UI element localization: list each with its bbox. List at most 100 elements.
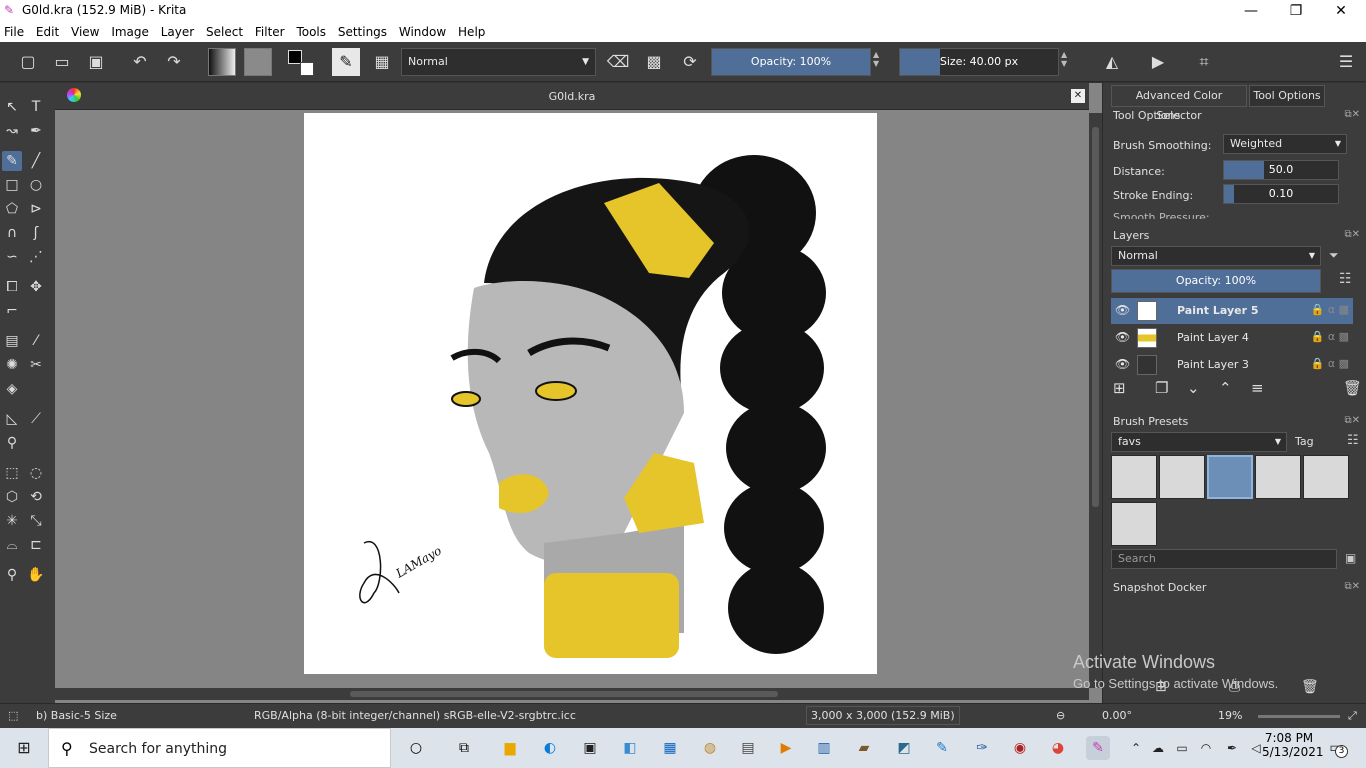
horizontal-scroll-thumb[interactable] (350, 691, 778, 697)
similar-color-selection-tool-icon[interactable]: ⤡ (26, 511, 46, 531)
layer-settings-icon[interactable]: ≡ (1251, 379, 1264, 397)
tag-button[interactable]: Tag (1295, 435, 1314, 448)
colorize-mask-tool-icon[interactable]: ✺ (2, 355, 22, 375)
polygon-tool-icon[interactable]: ⬠ (2, 199, 22, 219)
battery-icon[interactable]: ▭ (1170, 736, 1194, 760)
calendar-icon[interactable]: ▦ (658, 736, 682, 760)
brush-preset-ink[interactable] (1111, 455, 1157, 499)
close-document-icon[interactable]: ✕ (1071, 89, 1085, 103)
menu-settings[interactable]: Settings (334, 22, 391, 39)
freehand-path-tool-icon[interactable]: ʃ (26, 223, 46, 243)
media-player-icon[interactable]: ▶ (774, 736, 798, 760)
layer-opacity-slider[interactable]: Opacity: 100% (1111, 269, 1321, 293)
magnetic-selection-tool-icon[interactable]: ⊏ (26, 535, 46, 555)
mirror-horizontal-icon[interactable]: ◭ (1100, 50, 1124, 74)
cortana-icon[interactable]: ○ (404, 736, 428, 760)
docker-float-close-icon[interactable]: ⧉✕ (1344, 229, 1360, 240)
minimize-button[interactable]: — (1228, 0, 1274, 22)
pattern-selector-icon[interactable] (244, 48, 272, 76)
books-icon[interactable]: ▰ (852, 736, 876, 760)
blend-mode-select[interactable]: Normal ▼ (401, 48, 596, 76)
brush-preset-paint[interactable] (1111, 502, 1157, 546)
menu-tools[interactable]: Tools (292, 22, 330, 39)
drawing-canvas[interactable]: LAMayo (304, 113, 877, 674)
visibility-eye-icon[interactable]: 👁 (1115, 303, 1130, 317)
paint-icon[interactable]: ◍ (698, 736, 722, 760)
document-viewer-icon[interactable]: ▥ (812, 736, 836, 760)
reload-preset-icon[interactable]: ⟳ (678, 50, 702, 74)
vertical-scroll-thumb[interactable] (1092, 127, 1099, 507)
bezier-selection-tool-icon[interactable]: ⌓ (2, 535, 22, 555)
distance-slider[interactable]: 50.0 (1223, 160, 1339, 180)
ellipse-selection-tool-icon[interactable]: ◌ (26, 463, 46, 483)
mirror-vertical-icon[interactable]: ▶ (1146, 50, 1170, 74)
brush-preset-pencil[interactable] (1255, 455, 1301, 499)
close-window-button[interactable]: ✕ (1318, 0, 1364, 22)
tab-tool-options[interactable]: Tool Options (1249, 85, 1325, 107)
pen-workspace-icon[interactable]: ✒ (1220, 736, 1244, 760)
layer-blend-mode-select[interactable]: Normal ▼ (1111, 246, 1321, 266)
onedrive-icon[interactable]: ☁ (1146, 736, 1170, 760)
menu-edit[interactable]: Edit (32, 22, 63, 39)
smart-patch-tool-icon[interactable]: ✂ (26, 355, 46, 375)
background-color-swatch[interactable] (300, 62, 314, 76)
docker-float-close-icon[interactable]: ⧉✕ (1344, 109, 1360, 120)
brush-preset-icon[interactable]: ✎ (332, 48, 360, 76)
undo-icon[interactable]: ↶ (128, 50, 152, 74)
select-shapes-tool-icon[interactable]: ↖ (2, 97, 22, 117)
open-document-icon[interactable]: ▭ (50, 50, 74, 74)
visibility-eye-icon[interactable]: 👁 (1115, 330, 1130, 344)
brush-preset-airbrush[interactable] (1159, 455, 1205, 499)
krita-taskbar-icon[interactable]: ✎ (1086, 736, 1110, 760)
gradient-selector-icon[interactable] (208, 48, 236, 76)
visibility-eye-icon[interactable]: 👁 (1115, 357, 1130, 371)
calligraphy-tool-icon[interactable]: ✒ (26, 121, 46, 141)
move-layer-down-icon[interactable]: ⌄ (1187, 379, 1200, 397)
calculator-icon[interactable]: ▤ (736, 736, 760, 760)
show-hidden-icons-icon[interactable]: ⌃ (1124, 736, 1148, 760)
duplicate-layer-icon[interactable]: ❐ (1155, 379, 1168, 397)
brush-tag-select[interactable]: favs ▼ (1111, 432, 1287, 452)
layer-filter-icon[interactable]: ⏷ (1329, 248, 1339, 263)
rotation-icon[interactable]: ⊖ (1056, 709, 1065, 722)
opacity-stepper-icon[interactable]: ▲ ▼ (873, 50, 879, 68)
new-document-icon[interactable]: ▢ (16, 50, 40, 74)
dynamic-brush-tool-icon[interactable]: ∽ (2, 247, 22, 267)
zoom-fit-icon[interactable]: ⤢ (1348, 709, 1357, 723)
brush-search-input[interactable]: Search (1111, 549, 1337, 569)
gradient-tool-icon[interactable]: ▤ (2, 331, 22, 351)
task-view-icon[interactable]: ⧉ (452, 736, 476, 760)
tab-advanced-color-selector[interactable]: Advanced Color Selector (1111, 85, 1247, 122)
fill-tool-icon[interactable]: ◈ (2, 379, 22, 399)
document-tab[interactable]: G0ld.kra ✕ (55, 83, 1089, 110)
ellipse-tool-icon[interactable]: ○ (26, 175, 46, 195)
zoom-slider[interactable] (1258, 715, 1340, 718)
contiguous-selection-tool-icon[interactable]: ✳ (2, 511, 22, 531)
add-layer-icon[interactable]: ⊞ (1113, 379, 1126, 397)
pen-app-icon[interactable]: ✑ (970, 736, 994, 760)
line-tool-icon[interactable]: ╱ (26, 151, 46, 171)
polygon-selection-tool-icon[interactable]: ⬡ (2, 487, 22, 507)
measure-tool-icon[interactable]: ◺ (2, 409, 22, 429)
vertical-scrollbar[interactable] (1089, 113, 1102, 688)
layer-row[interactable]: 👁 Paint Layer 4 🔒 α ▩ (1111, 325, 1353, 351)
menu-filter[interactable]: Filter (251, 22, 289, 39)
menu-file[interactable]: File (0, 22, 28, 39)
size-stepper-icon[interactable]: ▲ ▼ (1061, 50, 1067, 68)
alpha-lock-icon[interactable]: ▩ (642, 50, 666, 74)
wifi-icon[interactable]: ◠ (1194, 736, 1218, 760)
layer-row[interactable]: 👁 Paint Layer 3 🔒 α ▩ (1111, 352, 1353, 378)
multibrush-tool-icon[interactable]: ⋰ (26, 247, 46, 267)
bezier-tool-icon[interactable]: ∩ (2, 223, 22, 243)
photos-icon[interactable]: ◩ (892, 736, 916, 760)
edit-shapes-tool-icon[interactable]: ↝ (2, 121, 22, 141)
rect-selection-tool-icon[interactable]: ⬚ (2, 463, 22, 483)
menu-window[interactable]: Window (395, 22, 450, 39)
text-tool-icon[interactable]: T (26, 97, 46, 117)
chrome-icon[interactable]: ◕ (1046, 736, 1070, 760)
polyline-tool-icon[interactable]: ⊳ (26, 199, 46, 219)
layer-lock-alpha-icons[interactable]: 🔒 α ▩ (1311, 357, 1349, 370)
docker-float-close-icon[interactable]: ⧉✕ (1344, 581, 1360, 592)
save-icon[interactable]: ▣ (84, 50, 108, 74)
layer-properties-icon[interactable]: ☷ (1339, 271, 1352, 287)
